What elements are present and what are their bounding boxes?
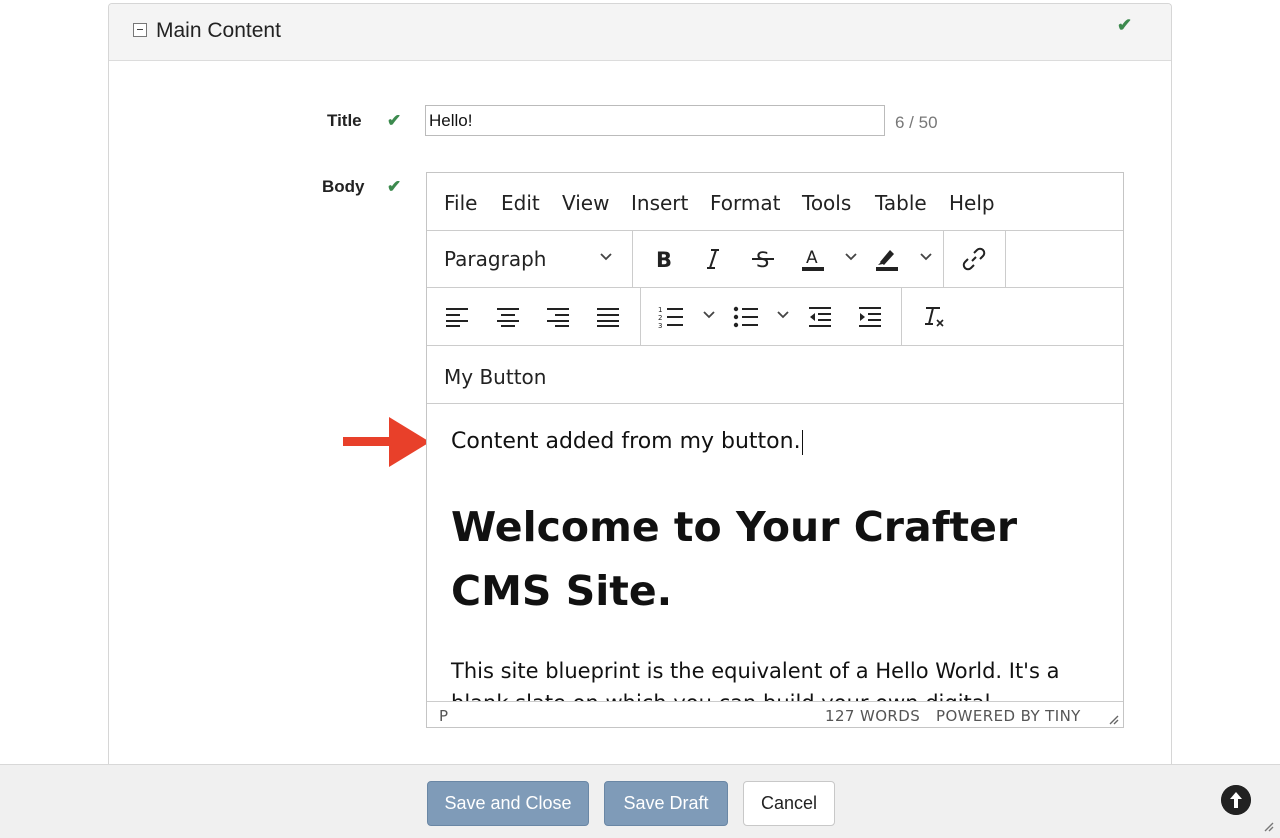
my-button[interactable]: My Button	[444, 365, 546, 389]
menu-format[interactable]: Format	[710, 191, 780, 215]
bold-icon[interactable]: B	[648, 244, 678, 274]
svg-text:1: 1	[658, 306, 662, 314]
arrow-up-icon[interactable]	[1221, 785, 1251, 815]
element-path[interactable]: P	[439, 707, 448, 725]
strikethrough-icon[interactable]: S	[748, 244, 778, 274]
outdent-icon[interactable]	[805, 302, 835, 332]
check-icon: ✔	[1117, 15, 1133, 35]
align-right-icon[interactable]	[543, 302, 573, 332]
editor-menubar: File Edit View Insert Format Tools Table…	[427, 173, 1123, 231]
panel-header[interactable]: Main Content ✔	[109, 4, 1171, 61]
resize-icon[interactable]	[1262, 820, 1274, 832]
svg-text:A: A	[806, 248, 818, 268]
form-footer: Save and Close Save Draft Cancel	[0, 764, 1280, 838]
menu-table[interactable]: Table	[875, 191, 927, 215]
menu-insert[interactable]: Insert	[631, 191, 688, 215]
editor-toolbar-row-2: 123	[427, 288, 1123, 346]
numbered-list-icon[interactable]: 123	[656, 302, 686, 332]
save-draft-button[interactable]: Save Draft	[604, 781, 728, 826]
chevron-down-icon[interactable]	[919, 250, 933, 264]
align-center-icon[interactable]	[493, 302, 523, 332]
text-color-icon[interactable]: A	[798, 244, 828, 274]
powered-by-link[interactable]: POWERED BY TINY	[936, 707, 1081, 725]
cancel-button[interactable]: Cancel	[743, 781, 835, 826]
align-left-icon[interactable]	[442, 302, 472, 332]
editor-content-area[interactable]: Content added from my button. Welcome to…	[427, 403, 1123, 701]
save-and-close-button[interactable]: Save and Close	[427, 781, 589, 826]
check-icon: ✔	[387, 177, 402, 196]
chevron-down-icon[interactable]	[702, 308, 716, 322]
title-label: Title	[327, 111, 362, 130]
menu-file[interactable]: File	[444, 191, 477, 215]
justify-icon[interactable]	[593, 302, 623, 332]
content-heading: Welcome to Your Crafter CMS Site.	[451, 503, 1018, 615]
resize-icon[interactable]	[1107, 713, 1119, 725]
link-icon[interactable]	[959, 244, 989, 274]
check-icon: ✔	[387, 111, 402, 130]
menu-help[interactable]: Help	[949, 191, 995, 215]
menu-tools[interactable]: Tools	[802, 191, 851, 215]
menu-view[interactable]: View	[562, 191, 609, 215]
chevron-down-icon[interactable]	[844, 250, 858, 264]
rich-text-editor[interactable]: File Edit View Insert Format Tools Table…	[426, 172, 1124, 728]
bullet-list-icon[interactable]	[731, 302, 761, 332]
content-paragraph: This site blueprint is the equivalent of…	[451, 659, 1060, 701]
word-count[interactable]: 127 WORDS	[825, 707, 920, 725]
highlight-icon[interactable]	[872, 244, 902, 274]
content-added-line: Content added from my button.	[451, 429, 803, 455]
italic-icon[interactable]	[698, 244, 728, 274]
editor-toolbar-row-1: Paragraph B S A	[427, 230, 1123, 288]
block-format-select[interactable]: Paragraph	[444, 247, 546, 271]
title-char-counter: 6 / 50	[895, 113, 938, 132]
title-input[interactable]	[425, 105, 885, 136]
svg-text:B: B	[656, 248, 672, 271]
body-label: Body	[322, 177, 365, 196]
chevron-down-icon[interactable]	[776, 308, 790, 322]
chevron-down-icon[interactable]	[599, 250, 613, 264]
clear-formatting-icon[interactable]	[918, 302, 948, 332]
menu-edit[interactable]: Edit	[501, 191, 540, 215]
editor-toolbar-row-3: My Button	[427, 346, 1123, 404]
panel-title: Main Content	[156, 19, 281, 42]
annotation-arrow-icon	[343, 417, 430, 467]
svg-text:2: 2	[658, 314, 662, 322]
indent-icon[interactable]	[855, 302, 885, 332]
editor-statusbar: P 127 WORDS POWERED BY TINY	[427, 701, 1123, 728]
collapse-icon[interactable]	[133, 23, 147, 37]
svg-text:3: 3	[658, 322, 662, 329]
